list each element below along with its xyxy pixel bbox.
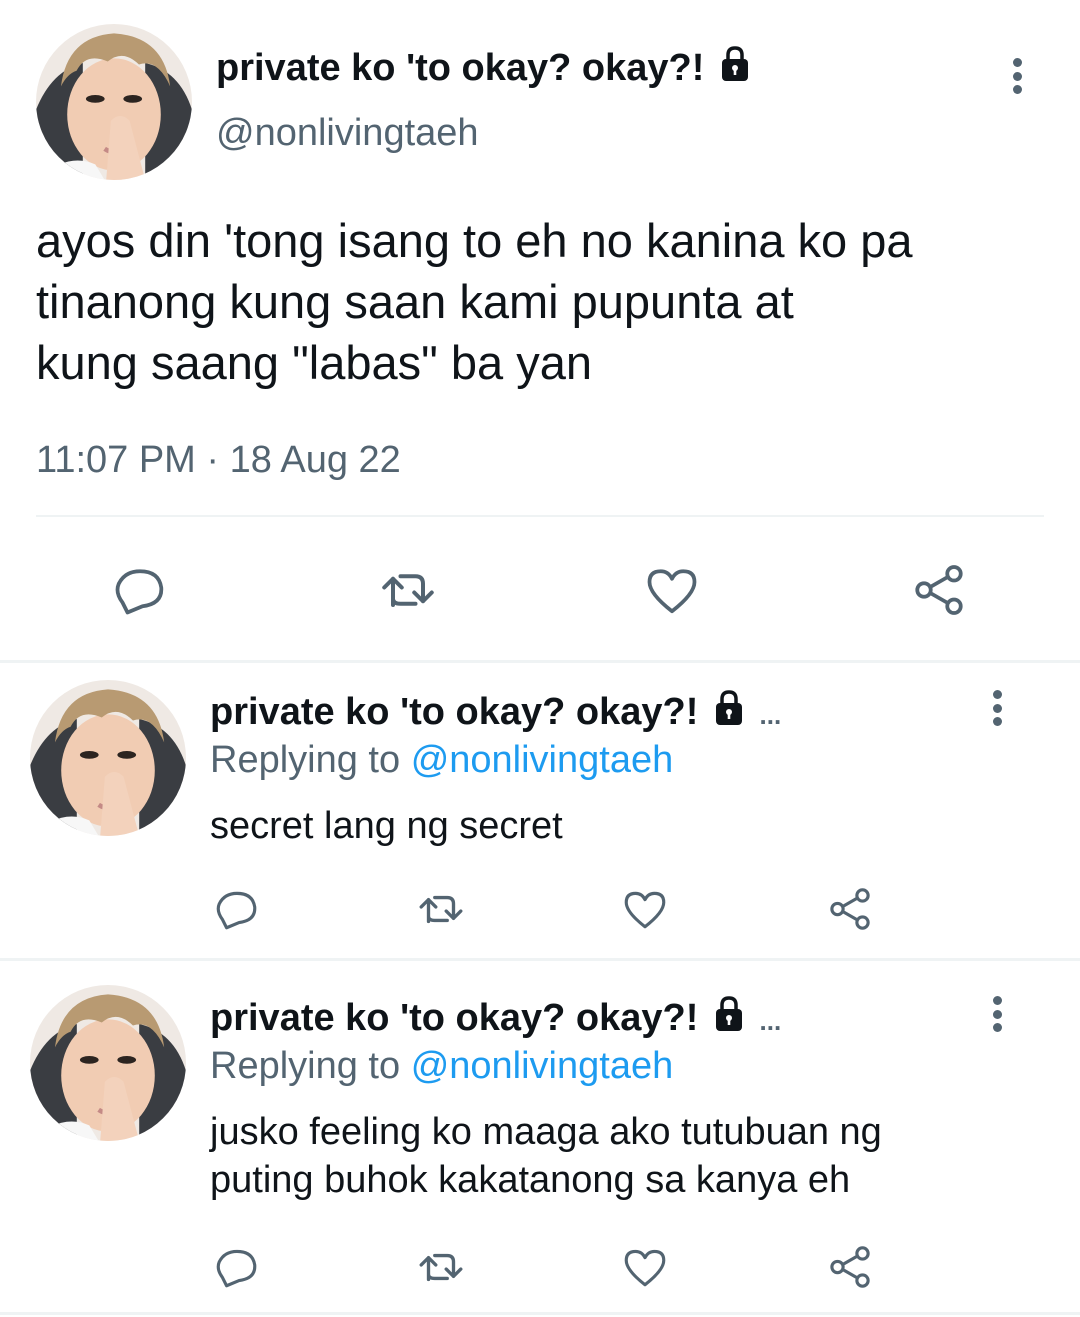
truncation: ...: [759, 1006, 782, 1037]
retweet-icon: [419, 895, 463, 924]
more-options-icon[interactable]: [990, 690, 1004, 726]
like-icon: [647, 569, 697, 614]
like-icon: [624, 1249, 666, 1287]
like-button[interactable]: [642, 560, 702, 620]
display-name[interactable]: private ko 'to okay? okay?! ...: [210, 994, 781, 1046]
truncation: ...: [759, 700, 782, 731]
share-button[interactable]: [908, 560, 970, 620]
reply-button[interactable]: [110, 560, 170, 620]
avatar[interactable]: [30, 680, 186, 836]
replying-handle[interactable]: @nonlivingtaeh: [411, 739, 674, 781]
reply-icon: [216, 891, 257, 930]
replying-handle[interactable]: @nonlivingtaeh: [411, 1045, 674, 1087]
time: 11:07 PM: [36, 439, 196, 481]
reply-text-line: puting buhok kakatanong sa kanya eh: [210, 1159, 851, 1201]
replying-prefix: Replying to: [210, 1045, 401, 1087]
divider: [0, 1312, 1080, 1315]
lock-icon: [715, 44, 755, 96]
retweet-button[interactable]: [414, 1242, 468, 1292]
retweet-icon: [382, 574, 434, 607]
display-name-text: private ko 'to okay? okay?!: [210, 691, 699, 734]
like-icon: [624, 891, 666, 929]
retweet-icon: [419, 1253, 463, 1282]
reply-button[interactable]: [212, 1242, 262, 1292]
like-button[interactable]: [620, 1242, 670, 1292]
share-icon: [830, 888, 870, 930]
lock-icon: [709, 994, 749, 1046]
reply-icon: [115, 569, 164, 615]
more-options-icon[interactable]: [1010, 58, 1024, 94]
avatar[interactable]: [30, 985, 186, 1141]
share-button[interactable]: [824, 884, 876, 934]
reply-text-line: secret lang ng secret: [210, 805, 563, 847]
date: 18 Aug 22: [229, 439, 401, 481]
divider: [0, 660, 1080, 663]
more-options-icon[interactable]: [990, 996, 1004, 1032]
display-name[interactable]: private ko 'to okay? okay?!: [216, 44, 755, 96]
reply-button[interactable]: [212, 884, 262, 934]
retweet-button[interactable]: [376, 560, 440, 620]
avatar[interactable]: [36, 24, 192, 180]
reply-icon: [216, 1249, 257, 1288]
tweet-text-line: kung saang "labas" ba yan: [36, 336, 592, 389]
divider: [0, 958, 1080, 961]
reply-text-line: jusko feeling ko maaga ako tutubuan ng: [210, 1111, 882, 1153]
share-button[interactable]: [824, 1242, 876, 1292]
handle[interactable]: @nonlivingtaeh: [216, 109, 479, 157]
lock-icon: [709, 688, 749, 740]
retweet-button[interactable]: [414, 884, 468, 934]
replying-prefix: Replying to: [210, 739, 401, 781]
like-button[interactable]: [620, 884, 670, 934]
display-name[interactable]: private ko 'to okay? okay?! ...: [210, 688, 781, 740]
reply-text: jusko feeling ko maaga ako tutubuan ng p…: [210, 1108, 882, 1204]
divider: [36, 515, 1044, 517]
share-icon: [915, 565, 963, 615]
replying-to: Replying to @nonlivingtaeh: [210, 1042, 673, 1090]
replying-to: Replying to @nonlivingtaeh: [210, 736, 673, 784]
display-name-text: private ko 'to okay? okay?!: [216, 47, 705, 90]
reply-text: secret lang ng secret: [210, 802, 563, 850]
separator: ·: [206, 439, 220, 481]
display-name-text: private ko 'to okay? okay?!: [210, 997, 699, 1040]
tweet-text: ayos din 'tong isang to eh no kanina ko …: [36, 210, 1056, 393]
timestamp[interactable]: 11:07 PM · 18 Aug 22: [36, 436, 401, 484]
tweet-text-line: tinanong kung saan kami pupunta at: [36, 275, 794, 328]
tweet-text-line: ayos din 'tong isang to eh no kanina ko …: [36, 214, 913, 267]
share-icon: [830, 1246, 870, 1288]
